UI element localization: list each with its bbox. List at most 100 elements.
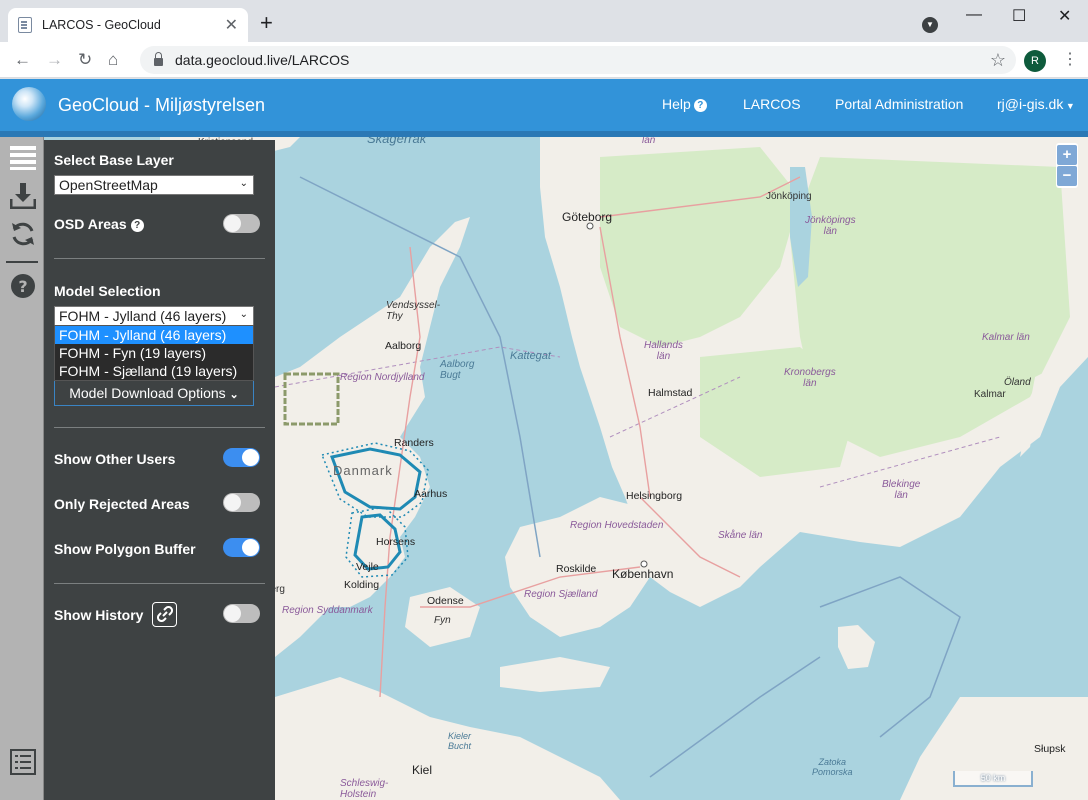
map-label-zatoka-pomorska: Zatoka Pomorska [812,757,853,777]
map-label-danmark: Danmark [333,463,393,478]
link-icon [156,605,173,623]
reload-icon[interactable]: ↻ [78,50,92,70]
toggle-knob [242,539,259,556]
tab-close-icon[interactable]: ✕ [225,15,238,35]
map-label-kiel: Kiel [412,763,433,777]
osd-areas-text: OSD Areas [54,216,127,232]
model-selection-title: Model Selection [54,283,161,299]
window-close-icon[interactable]: ✕ [1058,6,1071,26]
map-label-vendsyssel: Vendsyssel- Thy [386,300,441,322]
map-label-kieler-bucht: Kieler Bucht [448,731,472,751]
map-label-region-hovedstaden: Region Hovedstaden [570,520,664,531]
minimize-icon[interactable]: — [966,6,982,24]
chevron-down-icon: ⌄ [239,309,248,320]
rail-divider [6,261,38,263]
map-label-aalborg: Aalborg [385,340,422,352]
map-label-aarhus: Aarhus [414,488,448,500]
toggle-knob [242,449,259,466]
show-history-label: Show History [54,607,144,623]
history-link-button[interactable] [152,602,177,627]
tab-search-icon[interactable]: ▼ [922,17,938,33]
caret-down-icon: ▼ [1063,101,1075,111]
layers-menu-icon[interactable] [10,144,36,170]
zoom-control: + − [1056,143,1078,188]
map-label-helsingborg: Helsingborg [626,490,683,502]
home-icon[interactable]: ⌂ [108,50,118,70]
help-link[interactable]: Help? [662,96,707,112]
download-icon[interactable] [10,183,36,209]
model-dropdown-list: FOHM - Jylland (46 layers) FOHM - Fyn (1… [54,325,254,381]
map-label-goteborg: Göteborg [562,210,613,224]
model-option-fyn[interactable]: FOHM - Fyn (19 layers) [55,344,253,362]
map-label-region-sjaelland: Region Sjælland [524,589,598,600]
new-tab-button[interactable]: + [260,12,273,34]
base-layer-title: Select Base Layer [54,152,174,168]
map-label-kolding: Kolding [344,579,380,591]
map-label-schleswig-holstein: Schleswig- Holstein [340,778,389,800]
tab-title: LARCOS - GeoCloud [42,18,161,32]
model-download-options-button[interactable]: Model Download Options ⌄ [54,379,254,406]
bookmark-star-icon[interactable]: ☆ [990,50,1006,71]
show-history-toggle[interactable] [223,604,260,623]
browser-menu-icon[interactable]: ⋮ [1062,49,1078,69]
bornholm-island [838,625,875,669]
back-icon[interactable]: ← [14,50,31,70]
map-label-jonkopings-lan: Jönköpings län [805,215,856,237]
maximize-icon[interactable]: ☐ [1012,6,1026,26]
toggle-knob [224,605,241,622]
show-polygon-buffer-label: Show Polygon Buffer [54,541,196,557]
page-favicon-icon [18,17,32,33]
browser-tabstrip: LARCOS - GeoCloud ✕ + ▼ — ☐ ✕ [0,0,1088,42]
panel-divider [54,258,265,259]
lock-icon [154,52,163,66]
map-label-halmstad: Halmstad [648,387,693,399]
refresh-icon[interactable] [10,221,36,247]
zoom-in-button[interactable]: + [1057,145,1077,165]
panel-divider [54,583,265,584]
url-text: data.geocloud.live/LARCOS [175,52,350,68]
panel-divider [54,427,265,428]
map-label-vejle: Vejle [356,561,379,573]
osd-areas-toggle[interactable] [223,214,260,233]
show-polygon-buffer-toggle[interactable] [223,538,260,557]
model-select[interactable]: FOHM - Jylland (46 layers) ⌄ [54,306,254,326]
download-options-label: Model Download Options [69,385,226,401]
list-icon[interactable] [10,749,36,775]
map-label-region-syddanmark: Region Syddanmark [282,605,373,616]
model-option-sjaelland[interactable]: FOHM - Sjælland (19 layers) [55,362,253,380]
address-bar[interactable]: data.geocloud.live/LARCOS ☆ [140,46,1016,74]
model-select-value: FOHM - Jylland (46 layers) [59,308,227,324]
user-menu[interactable]: rj@i-gis.dk ▼ [997,96,1075,112]
model-option-jylland[interactable]: FOHM - Jylland (46 layers) [55,326,253,344]
map-label-odense: Odense [427,595,464,607]
svg-text:?: ? [18,277,27,296]
app-brand[interactable]: GeoCloud - Miljøstyrelsen [58,95,265,116]
toggle-knob [224,215,241,232]
browser-tab[interactable]: LARCOS - GeoCloud ✕ [8,8,248,42]
forward-icon[interactable]: → [46,50,63,70]
map-label-fyn: Fyn [434,615,451,626]
map-label-skane-lan: Skåne län [718,530,763,541]
larcos-link[interactable]: LARCOS [743,96,801,112]
show-other-users-toggle[interactable] [223,448,260,467]
map-label-region-nordjylland: Region Nordjylland [340,372,425,383]
base-layer-value: OpenStreetMap [59,177,158,193]
map-label-randers: Randers [394,437,434,449]
map-label-jonkoping: Jönköping [766,191,812,202]
map-label-blekinge-lan: Blekinge län [882,479,921,501]
profile-avatar[interactable]: R [1024,50,1046,72]
user-email: rj@i-gis.dk [997,96,1064,112]
show-other-users-label: Show Other Users [54,451,176,467]
osd-help-icon[interactable]: ? [130,219,144,232]
zoom-out-button[interactable]: − [1057,166,1077,186]
only-rejected-areas-toggle[interactable] [223,493,260,512]
only-rejected-areas-label: Only Rejected Areas [54,496,190,512]
toggle-knob [224,494,241,511]
map-label-roskilde: Roskilde [556,563,597,575]
help-circle-icon[interactable]: ? [10,273,36,299]
base-layer-select[interactable]: OpenStreetMap ⌄ [54,175,254,195]
map-label-kronobergs-lan: Kronobergs län [784,367,836,389]
portal-administration-link[interactable]: Portal Administration [835,96,963,112]
geocloud-logo[interactable] [12,87,46,121]
layer-panel: Select Base Layer OpenStreetMap ⌄ OSD Ar… [44,140,275,800]
